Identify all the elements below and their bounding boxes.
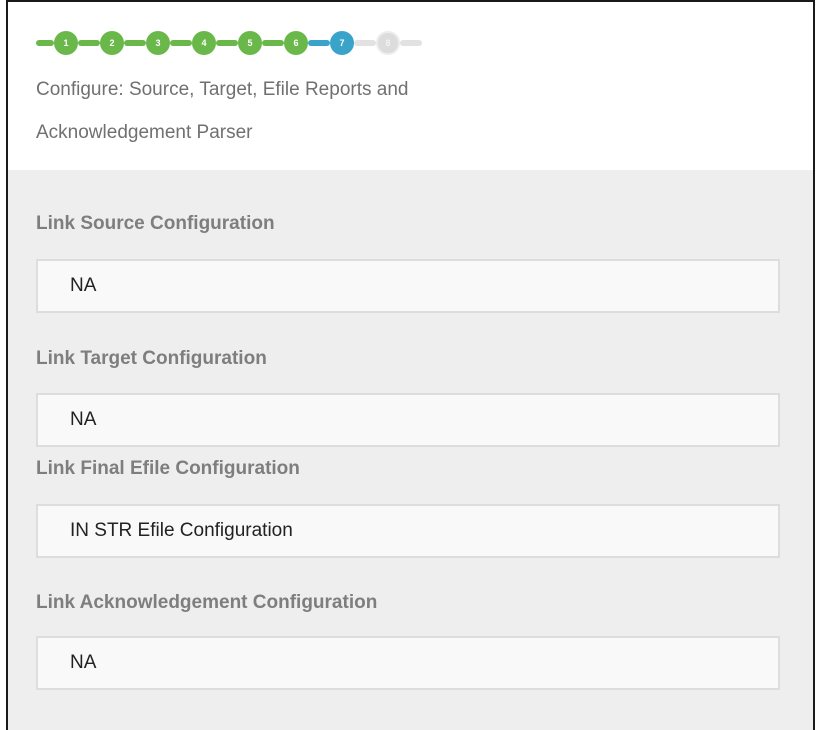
subtitle-line-2: Acknowledgement Parser [36, 122, 253, 143]
link-target-label: Link Target Configuration [36, 348, 267, 369]
stepper-connector [124, 40, 146, 46]
stepper-connector [308, 40, 330, 46]
step-3[interactable]: 3 [146, 31, 170, 55]
stepper-connector [78, 40, 100, 46]
wizard-subtitle: Configure: Source, Target, Efile Reports… [36, 68, 556, 154]
link-acknowledgement-label: Link Acknowledgement Configuration [36, 592, 378, 613]
link-acknowledgement-field[interactable]: NA [36, 636, 780, 690]
stepper-connector [354, 40, 376, 46]
step-5[interactable]: 5 [238, 31, 262, 55]
stepper-connector [400, 40, 422, 46]
link-final-efile-field[interactable]: IN STR Efile Configuration [36, 504, 780, 558]
step-6[interactable]: 6 [284, 31, 308, 55]
stepper-connector [36, 40, 54, 46]
stepper-connector [262, 40, 284, 46]
link-source-label: Link Source Configuration [36, 213, 275, 234]
stepper-connector [216, 40, 238, 46]
step-2[interactable]: 2 [100, 31, 124, 55]
step-4[interactable]: 4 [192, 31, 216, 55]
wizard-stepper: 1 2 3 4 5 6 7 8 [36, 28, 422, 58]
link-final-efile-label: Link Final Efile Configuration [36, 458, 300, 479]
stepper-connector [170, 40, 192, 46]
step-7[interactable]: 7 [330, 31, 354, 55]
step-8[interactable]: 8 [376, 31, 400, 55]
link-target-field[interactable]: NA [36, 393, 780, 447]
link-source-field[interactable]: NA [36, 259, 780, 313]
subtitle-line-1: Configure: Source, Target, Efile Reports… [36, 79, 409, 100]
step-1[interactable]: 1 [54, 31, 78, 55]
